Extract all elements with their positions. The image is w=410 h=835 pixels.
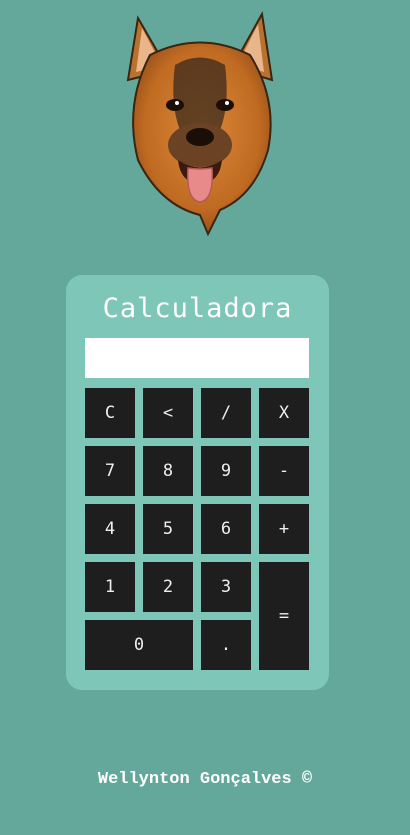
- equals-button[interactable]: =: [259, 562, 309, 670]
- minus-button[interactable]: -: [259, 446, 309, 496]
- digit-3-button[interactable]: 3: [201, 562, 251, 612]
- plus-button[interactable]: +: [259, 504, 309, 554]
- digit-4-button[interactable]: 4: [85, 504, 135, 554]
- calculator-panel: Calculadora C < / X 7 8 9 - 4 5 6 + 1 2 …: [66, 275, 329, 690]
- digit-1-button[interactable]: 1: [85, 562, 135, 612]
- digit-5-button[interactable]: 5: [143, 504, 193, 554]
- decimal-button[interactable]: .: [201, 620, 251, 670]
- digit-7-button[interactable]: 7: [85, 446, 135, 496]
- digit-2-button[interactable]: 2: [143, 562, 193, 612]
- calculator-display[interactable]: [85, 338, 309, 378]
- clear-button[interactable]: C: [85, 388, 135, 438]
- calculator-title: Calculadora: [102, 293, 293, 324]
- digit-6-button[interactable]: 6: [201, 504, 251, 554]
- footer-credit: Wellynton Gonçalves ©: [97, 770, 313, 789]
- multiply-button[interactable]: X: [259, 388, 309, 438]
- german-shepherd-illustration: [126, 10, 274, 237]
- digit-9-button[interactable]: 9: [201, 446, 251, 496]
- divide-button[interactable]: /: [201, 388, 251, 438]
- digit-0-button[interactable]: 0: [85, 620, 193, 670]
- digit-8-button[interactable]: 8: [143, 446, 193, 496]
- backspace-button[interactable]: <: [143, 388, 193, 438]
